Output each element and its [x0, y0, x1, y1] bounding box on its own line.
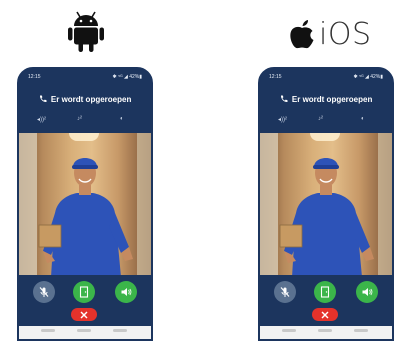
mute-button[interactable] [274, 281, 296, 303]
android-logo [66, 10, 106, 54]
ios-logo: iOS [289, 16, 372, 52]
contrast-icon[interactable]: ◐ [361, 116, 365, 122]
ios-label: iOS [319, 16, 372, 52]
call-controls-row: ◂))² ♪² ◐ [260, 116, 392, 128]
nav-recent-icon[interactable] [113, 329, 127, 332]
speaker-icon [362, 288, 373, 296]
status-time: 12:15 [269, 74, 282, 80]
ceiling-light [69, 133, 99, 141]
call-action-bar [19, 279, 151, 339]
system-nav-bar [260, 326, 392, 339]
speaker-icon [121, 288, 132, 296]
status-time: 12:15 [28, 74, 41, 80]
apple-icon [290, 20, 314, 49]
status-indicators: ✱ ⁵ᴳ ◢ 42%▮ [112, 74, 142, 80]
call-title: Er wordt opgeroepen [260, 95, 392, 104]
status-bar: 12:15 ✱ ⁵ᴳ ◢ 42%▮ [260, 72, 392, 82]
nav-back-icon[interactable] [41, 329, 55, 332]
speaker-volume-icon[interactable]: ♪² [318, 116, 323, 122]
speaker-volume-icon[interactable]: ♪² [77, 116, 82, 122]
status-indicators: ✱ ⁵ᴳ ◢ 42%▮ [353, 74, 383, 80]
mic-off-icon [39, 287, 49, 297]
hangup-button[interactable] [312, 308, 338, 321]
speaker-button[interactable] [115, 281, 137, 303]
nav-home-icon[interactable] [77, 329, 91, 332]
mic-off-icon [280, 287, 290, 297]
mute-button[interactable] [33, 281, 55, 303]
delivery-person-image [279, 158, 374, 275]
speaker-button[interactable] [356, 281, 378, 303]
door-icon [320, 286, 330, 298]
call-title-text: Er wordt opgeroepen [291, 95, 373, 104]
contrast-icon[interactable]: ◐ [120, 116, 124, 122]
system-nav-bar [19, 326, 151, 339]
close-icon [80, 311, 88, 318]
hangup-button[interactable] [71, 308, 97, 321]
phone-icon [39, 95, 47, 103]
phone-icon [280, 95, 288, 103]
mic-volume-icon[interactable]: ◂))² [278, 116, 287, 123]
call-title: Er wordt opgeroepen [19, 95, 151, 104]
video-feed [19, 133, 151, 275]
nav-home-icon[interactable] [318, 329, 332, 332]
android-icon [68, 11, 104, 52]
ceiling-light [310, 133, 340, 141]
video-feed [260, 133, 392, 275]
open-door-button[interactable] [73, 281, 95, 303]
delivery-person-image [38, 158, 133, 275]
call-action-bar [260, 279, 392, 339]
close-icon [321, 311, 329, 318]
open-door-button[interactable] [314, 281, 336, 303]
mic-volume-icon[interactable]: ◂))² [37, 116, 46, 123]
nav-recent-icon[interactable] [354, 329, 368, 332]
status-bar: 12:15 ✱ ⁵ᴳ ◢ 42%▮ [19, 72, 151, 82]
android-phone-mockup: 12:15 ✱ ⁵ᴳ ◢ 42%▮ Er wordt opgeroepen ◂)… [17, 67, 153, 341]
door-icon [79, 286, 89, 298]
nav-back-icon[interactable] [282, 329, 296, 332]
call-title-text: Er wordt opgeroepen [50, 95, 132, 104]
call-controls-row: ◂))² ♪² ◐ [19, 116, 151, 128]
ios-phone-mockup: 12:15 ✱ ⁵ᴳ ◢ 42%▮ Er wordt opgeroepen ◂)… [258, 67, 394, 341]
